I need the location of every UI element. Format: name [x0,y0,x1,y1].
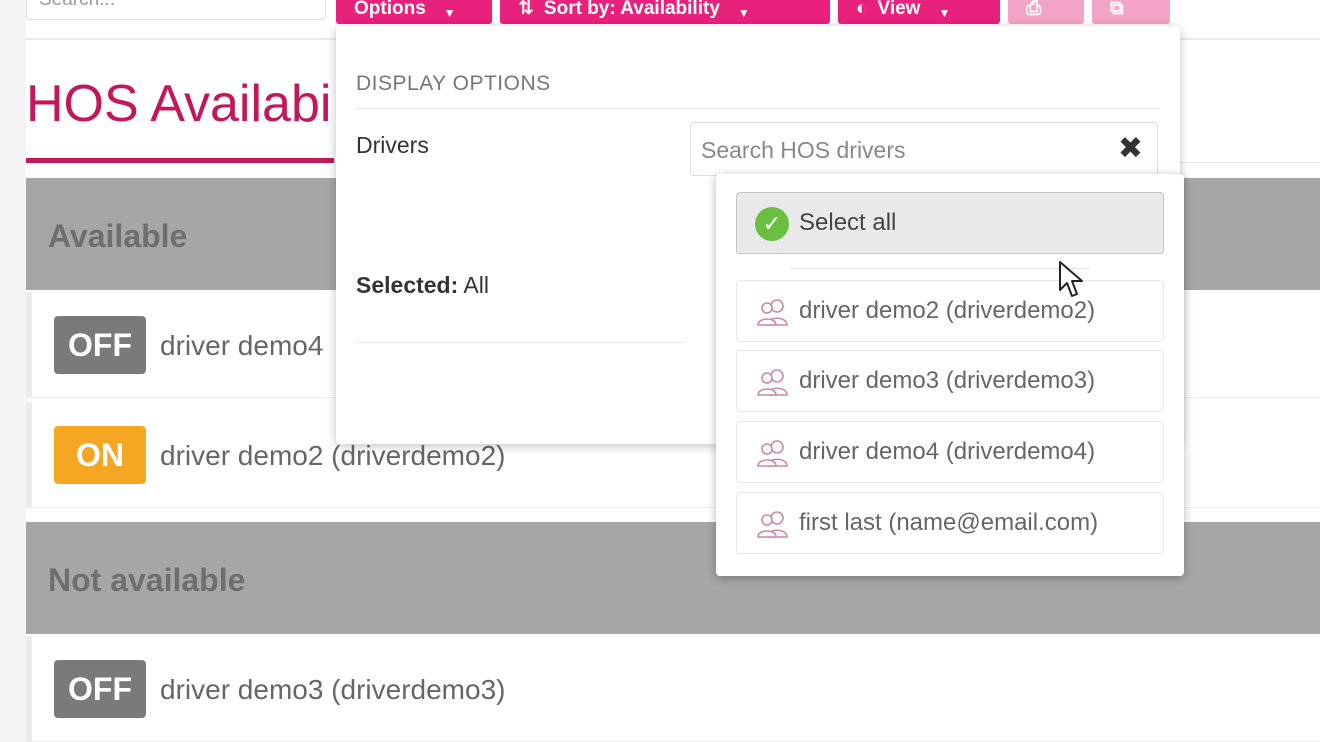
sort-icon: ⇅ [518,0,534,19]
close-icon[interactable]: ✖ [1118,131,1143,167]
selected-label: Selected: [356,272,459,298]
view-button-label: View [877,0,921,19]
driver-search-field[interactable]: ✖ [690,122,1158,176]
users-icon [757,511,788,538]
chevron-down-icon: ▼ [938,6,951,20]
divider [356,342,686,343]
status-badge: OFF [54,316,146,374]
title-underline [26,158,334,163]
driver-name: driver demo4 [160,330,324,361]
users-icon [757,299,788,326]
driver-dropdown: ✓ Select all driver demo2 (driverdemo2) … [716,174,1184,576]
driver-name: driver demo3 (driverdemo3) [160,674,506,705]
driver-option-label: first last (name@email.com) [799,509,1099,536]
export-icon: ⧉ [1110,0,1124,19]
display-options-heading: DISPLAY OPTIONS [356,72,551,95]
export-button[interactable]: ⧉ [1092,0,1170,24]
divider [356,108,1160,109]
print-button[interactable]: ⎙ [1008,0,1084,24]
divider [790,268,1090,269]
chevron-down-icon: ▼ [737,6,750,20]
group-header-label: Available [48,218,188,254]
page: Search... Options ▼ ⇅ Sort by: Availabil… [26,0,1320,742]
select-all-label: Select all [799,209,897,236]
view-button[interactable]: ◐ View ▼ [838,0,1000,24]
mouse-cursor-icon [1059,261,1083,297]
group-header-label: Not available [48,562,246,598]
users-icon [757,369,788,396]
status-badge: OFF [54,660,146,718]
selected-summary: Selected: All [356,272,489,299]
search-input[interactable]: Search... [26,0,326,20]
driver-option[interactable]: driver demo2 (driverdemo2) [736,280,1164,342]
select-all-button[interactable]: ✓ Select all [736,192,1164,254]
driver-search-input[interactable] [699,131,1103,169]
sort-button[interactable]: ⇅ Sort by: Availability ▼ [500,0,830,24]
chevron-down-icon: ▼ [443,6,456,20]
page-title: HOS Availabi [26,75,332,133]
selected-value: All [463,272,489,298]
view-icon: ◐ [856,0,868,19]
sort-button-label: Sort by: Availability [543,0,720,19]
check-circle-icon: ✓ [755,207,789,241]
driver-name: driver demo2 (driverdemo2) [160,440,506,471]
driver-option[interactable]: driver demo3 (driverdemo3) [736,350,1164,412]
driver-option-label: driver demo2 (driverdemo2) [799,297,1096,324]
driver-option[interactable]: driver demo4 (driverdemo4) [736,421,1164,483]
print-icon: ⎙ [1026,0,1042,19]
drivers-label: Drivers [356,132,429,158]
status-badge: ON [54,426,146,484]
driver-row[interactable]: OFF driver demo3 (driverdemo3) [26,636,1320,742]
driver-option-label: driver demo3 (driverdemo3) [799,367,1096,394]
options-button[interactable]: Options ▼ [336,0,492,24]
driver-option[interactable]: first last (name@email.com) [736,492,1164,554]
options-button-label: Options [354,0,426,19]
users-icon [757,440,788,467]
driver-option-label: driver demo4 (driverdemo4) [799,438,1096,465]
